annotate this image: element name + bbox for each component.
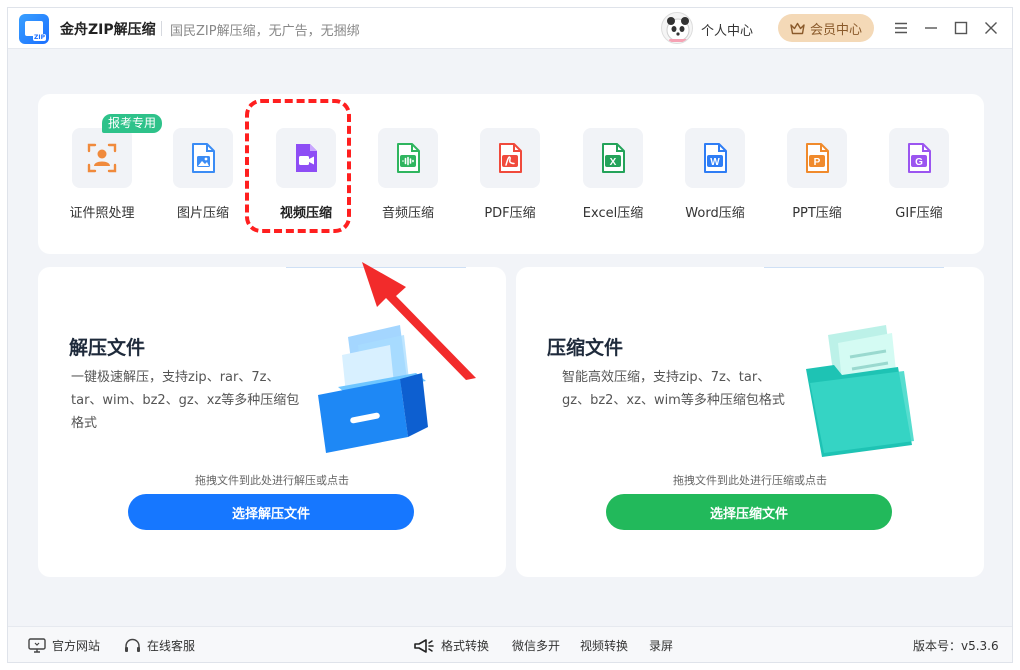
video-convert-label: 视频转换 (580, 639, 629, 653)
unzip-drag-hint: 拖拽文件到此处进行解压或点击 (195, 474, 349, 487)
unzip-description: 一键极速解压，支持zip、rar、7z、tar、wim、bz2、gz、xz等多种… (71, 370, 300, 431)
tool-tile: X (583, 128, 643, 188)
pdf-file-icon (499, 143, 522, 173)
close-icon[interactable] (980, 17, 1002, 39)
tool-ppt-compress[interactable]: P PPT压缩 (767, 128, 867, 228)
ppt-letter: P (814, 157, 821, 168)
id-photo-icon (87, 143, 117, 173)
tool-audio-compress[interactable]: 音频压缩 (358, 128, 458, 228)
title-bar: ZIP 金舟ZIP解压缩 国民ZIP解压缩，无广告，无捆绑 个人中心 会员中心 (8, 8, 1012, 49)
official-website-link[interactable]: 官方网站 (28, 637, 100, 654)
zip-title: 压缩文件 (547, 337, 624, 359)
unzip-panel[interactable]: 解压文件 一键极速解压，支持zip、rar、7z、tar、wim、bz2、gz、… (38, 267, 506, 577)
tool-tile (72, 128, 132, 188)
tool-tile: G (889, 128, 949, 188)
tool-label: Excel压缩 (582, 206, 644, 221)
card-topline (286, 267, 466, 268)
highlight-dashed-box (245, 99, 351, 233)
zip-drag-hint: 拖拽文件到此处进行压缩或点击 (673, 474, 827, 487)
menu-icon[interactable] (890, 17, 912, 39)
crown-icon (790, 22, 805, 34)
excel-letter: X (610, 157, 617, 168)
tool-excel-compress[interactable]: X Excel压缩 (563, 128, 663, 228)
vip-center-label: 会员中心 (809, 22, 862, 38)
wechat-multi-link[interactable]: 微信多开 (512, 637, 560, 654)
video-convert-link[interactable]: 视频转换 (580, 637, 628, 654)
tool-id-photo[interactable]: 证件照处理 (52, 128, 152, 228)
tool-label: GIF压缩 (895, 206, 943, 221)
word-file-icon: W (704, 143, 727, 173)
minimize-icon[interactable] (920, 17, 942, 39)
version-info: 版本号：v5.3.6 (913, 637, 999, 654)
select-zip-file-button[interactable]: 选择压缩文件 (606, 494, 892, 530)
tool-tile (378, 128, 438, 188)
tool-label: 图片压缩 (176, 206, 229, 221)
screen-record-link[interactable]: 录屏 (649, 637, 673, 654)
zip-folder-illustration (806, 325, 914, 457)
wechat-multi-label: 微信多开 (512, 639, 561, 653)
user-avatar-icon[interactable] (661, 12, 693, 44)
tool-label: PPT压缩 (792, 206, 842, 221)
card-topline (764, 267, 944, 268)
tool-tile (480, 128, 540, 188)
app-logo-text: ZIP (33, 34, 46, 41)
tool-label: Word压缩 (685, 206, 745, 221)
tool-tile: P (787, 128, 847, 188)
user-center-link[interactable]: 个人中心 (701, 20, 753, 39)
tool-word-compress[interactable]: W Word压缩 (665, 128, 765, 228)
ppt-file-icon: P (806, 143, 829, 173)
vip-center-button[interactable]: 会员中心 (778, 14, 874, 42)
tool-label: 音频压缩 (381, 206, 434, 221)
exam-only-badge: 报考专用 (102, 114, 163, 133)
monitor-icon (28, 638, 46, 653)
format-convert-label: 格式转换 (441, 639, 490, 653)
official-website-label: 官方网站 (52, 639, 101, 653)
image-file-icon (192, 143, 215, 173)
tools-panel: 证件照处理 图片压缩 视频压缩 音频压缩 PDF压缩 X Excel压缩 W W… (38, 94, 984, 254)
tool-gif-compress[interactable]: G GIF压缩 (869, 128, 969, 228)
headset-icon (125, 638, 140, 652)
app-title: 金舟ZIP解压缩 (60, 22, 156, 38)
version-label: 版本号：v5.3.6 (913, 639, 999, 653)
megaphone-icon (414, 638, 434, 653)
tool-image-compress[interactable]: 图片压缩 (153, 128, 253, 228)
title-divider (161, 21, 162, 36)
tool-tile (173, 128, 233, 188)
tool-pdf-compress[interactable]: PDF压缩 (460, 128, 560, 228)
online-service-label: 在线客服 (147, 639, 196, 653)
screen-record-label: 录屏 (649, 639, 674, 653)
unzip-drawer-illustration (318, 325, 428, 453)
app-logo-icon: ZIP (19, 14, 49, 44)
app-slogan: 国民ZIP解压缩，无广告，无捆绑 (170, 24, 360, 39)
gif-letter: G (915, 157, 923, 168)
online-service-link[interactable]: 在线客服 (124, 637, 195, 654)
zip-description: 智能高效压缩，支持zip、7z、tar、gz、bz2、xz、wim等多种压缩包格… (562, 370, 785, 408)
maximize-icon[interactable] (950, 17, 972, 39)
status-bar: 官方网站 在线客服 格式转换 微信多开 视频转换 录屏 版本号：v5.3.6 (8, 626, 1012, 662)
excel-file-icon: X (602, 143, 625, 173)
unzip-title: 解压文件 (69, 337, 146, 359)
tool-tile: W (685, 128, 745, 188)
tool-label: PDF压缩 (484, 206, 536, 221)
zip-panel[interactable]: 压缩文件 智能高效压缩，支持zip、7z、tar、gz、bz2、xz、wim等多… (516, 267, 984, 577)
word-letter: W (710, 157, 720, 168)
tool-label: 证件照处理 (69, 206, 135, 221)
audio-file-icon (397, 143, 420, 173)
app-window: ZIP 金舟ZIP解压缩 国民ZIP解压缩，无广告，无捆绑 个人中心 会员中心 (7, 7, 1013, 663)
gif-file-icon: G (908, 143, 931, 173)
format-convert-link[interactable]: 格式转换 (413, 637, 489, 654)
select-unzip-file-button[interactable]: 选择解压文件 (128, 494, 414, 530)
